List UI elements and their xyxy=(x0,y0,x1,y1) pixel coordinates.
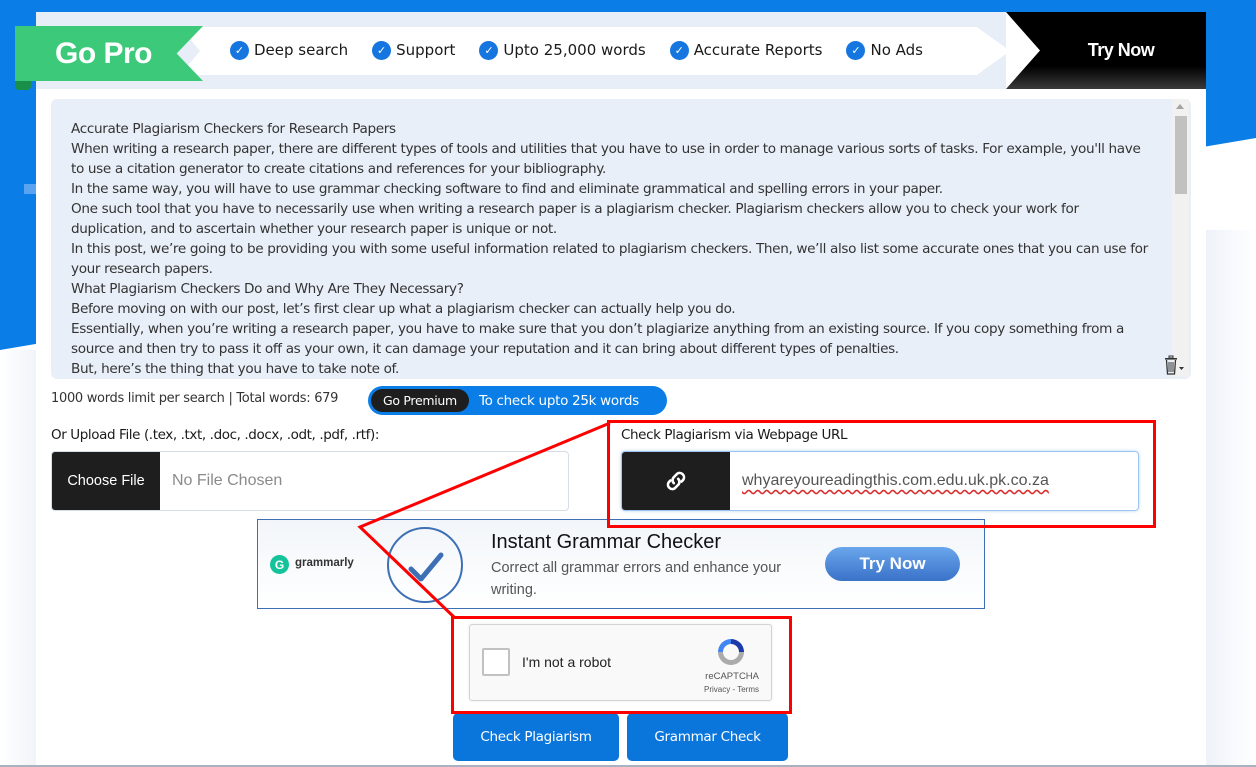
feature-item: ✓ Accurate Reports xyxy=(669,40,823,60)
feature-label: Accurate Reports xyxy=(693,41,823,59)
text-paragraph: Before moving on with our post, let’s fi… xyxy=(71,301,736,317)
check-plagiarism-button[interactable]: Check Plagiarism xyxy=(453,713,619,761)
grammarly-ad[interactable]: G grammarly Instant Grammar Checker Corr… xyxy=(257,519,985,609)
checkmark-circle-icon xyxy=(387,527,463,603)
background-fade xyxy=(0,350,36,767)
grammar-check-button[interactable]: Grammar Check xyxy=(627,713,788,761)
word-count-info: 1000 words limit per search | Total word… xyxy=(51,391,339,406)
check-circle-icon: ✓ xyxy=(372,40,392,60)
premium-banner[interactable]: Go Premium To check upto 25k words xyxy=(368,386,667,415)
url-field[interactable]: whyareyoureadingthis.com.edu.uk.pk.co.za xyxy=(621,451,1139,511)
text-input-area[interactable]: Accurate Plagiarism Checkers for Researc… xyxy=(51,99,1191,379)
text-content[interactable]: Accurate Plagiarism Checkers for Researc… xyxy=(71,119,1156,379)
ad-title: Instant Grammar Checker xyxy=(491,531,722,553)
link-icon xyxy=(622,452,730,510)
feature-list: ✓ Deep search ✓ Support ✓ Upto 25,000 wo… xyxy=(230,37,923,63)
recaptcha-widget: I'm not a robot reCAPTCHA Privacy - Term… xyxy=(469,624,772,701)
feature-item: ✓ Support xyxy=(372,40,456,60)
go-premium-button[interactable]: Go Premium xyxy=(371,389,469,412)
recaptcha-brand: reCAPTCHA xyxy=(705,671,759,682)
text-paragraph: One such tool that you have to necessari… xyxy=(71,201,1079,237)
file-status: No File Chosen xyxy=(172,472,283,489)
ad-try-now-button[interactable]: Try Now xyxy=(825,547,960,581)
scroll-up-arrow-icon[interactable] xyxy=(1176,104,1184,109)
ad-brand: grammarly xyxy=(295,557,354,569)
check-circle-icon: ✓ xyxy=(230,40,249,60)
text-paragraph: When writing a research paper, there are… xyxy=(71,141,1141,177)
grammarly-logo-icon: G xyxy=(270,555,289,574)
premium-text: To check upto 25k words xyxy=(478,392,639,409)
scroll-thumb[interactable] xyxy=(1175,116,1187,194)
go-pro-badge[interactable]: Go Pro xyxy=(15,26,203,81)
text-paragraph: In the same way, you will have to use gr… xyxy=(71,181,943,197)
url-label: Check Plagiarism via Webpage URL xyxy=(621,427,848,443)
upload-label: Or Upload File (.tex, .txt, .doc, .docx,… xyxy=(51,427,379,443)
check-circle-icon: ✓ xyxy=(479,40,499,60)
background-fade xyxy=(1206,230,1256,767)
choose-file-button[interactable]: Choose File xyxy=(52,452,160,510)
check-circle-icon: ✓ xyxy=(846,40,866,60)
background-decoration xyxy=(24,184,36,194)
feature-item: ✓ Deep search xyxy=(230,40,349,60)
feature-label: Upto 25,000 words xyxy=(503,41,646,59)
feature-label: No Ads xyxy=(870,41,923,59)
feature-item: ✓ Upto 25,000 words xyxy=(479,40,646,60)
feature-label: Deep search xyxy=(254,41,349,59)
feature-label: Support xyxy=(396,41,456,59)
scrollbar[interactable] xyxy=(1172,99,1189,377)
recaptcha-links[interactable]: Privacy - Terms xyxy=(704,685,759,694)
check-circle-icon: ✓ xyxy=(669,40,689,60)
trash-icon[interactable] xyxy=(1163,355,1184,375)
text-paragraph: In this post, we’re going to be providin… xyxy=(71,241,1148,277)
text-paragraph: Essentially, when you’re writing a resea… xyxy=(71,321,1124,357)
feature-item: ✓ No Ads xyxy=(846,40,923,60)
text-paragraph: What Plagiarism Checkers Do and Why Are … xyxy=(71,281,464,297)
ad-description: Correct all grammar errors and enhance y… xyxy=(491,560,782,598)
recaptcha-checkbox[interactable] xyxy=(482,648,510,676)
file-upload-input[interactable]: Choose File No File Chosen xyxy=(51,451,569,511)
text-paragraph: But, here’s the thing that you have to t… xyxy=(71,361,399,377)
url-value[interactable]: whyareyoureadingthis.com.edu.uk.pk.co.za xyxy=(730,452,1138,510)
recaptcha-label: I'm not a robot xyxy=(522,654,612,670)
ribbon-fold xyxy=(15,80,31,90)
recaptcha-logo-icon xyxy=(714,635,748,669)
text-paragraph: Accurate Plagiarism Checkers for Researc… xyxy=(71,121,396,137)
